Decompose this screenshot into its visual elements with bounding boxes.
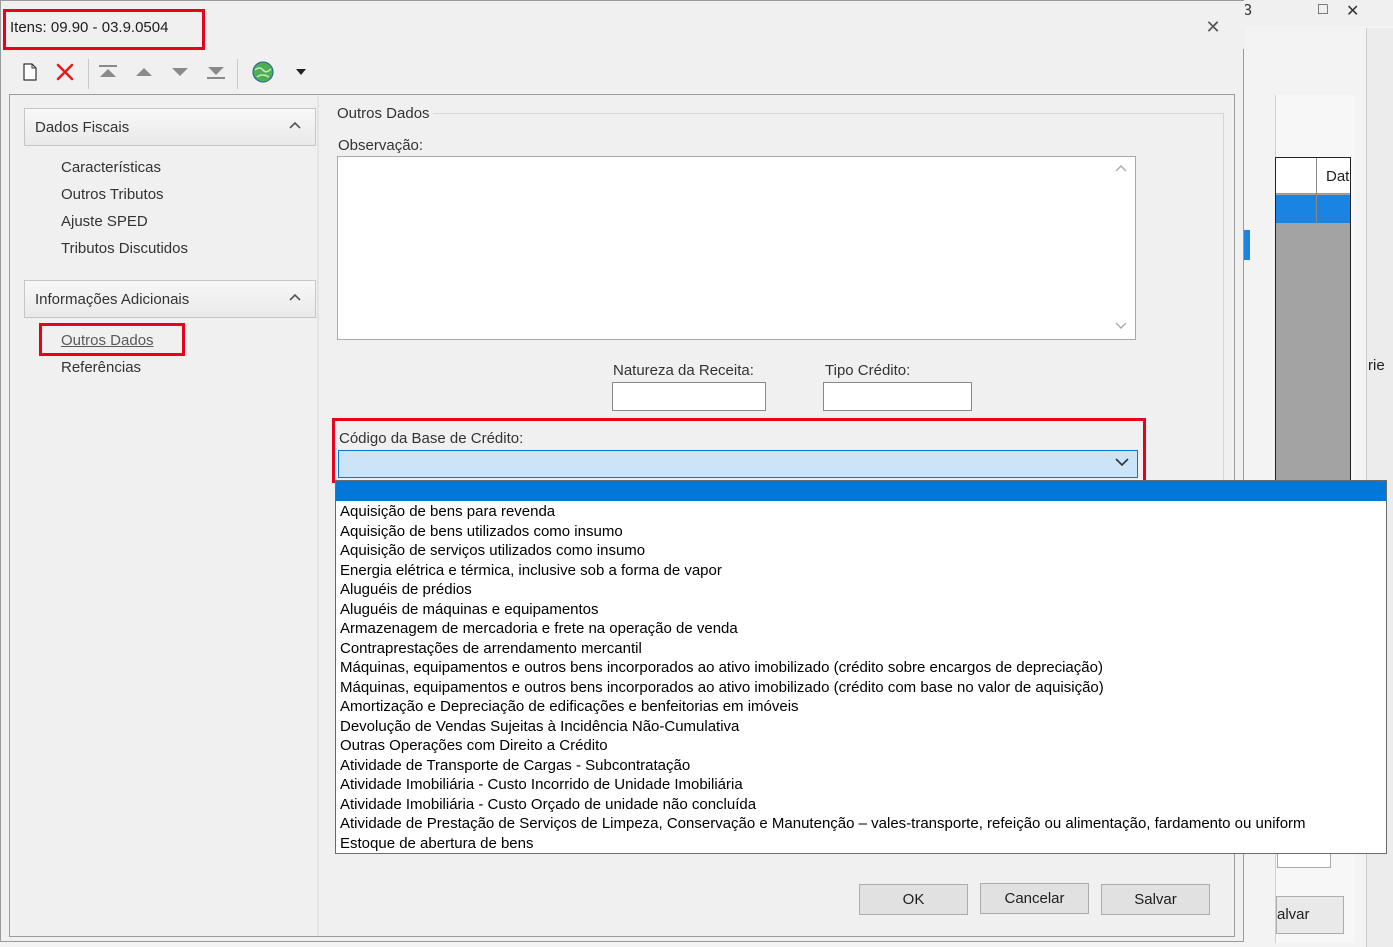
nav-section-informacoes-adicionais[interactable]: Informações Adicionais bbox=[24, 280, 316, 318]
maximize-icon[interactable]: □ bbox=[1318, 1, 1328, 19]
dropdown-option[interactable]: Atividade Imobiliária - Custo Orçado de … bbox=[340, 795, 1306, 815]
nav-section-label: Informações Adicionais bbox=[35, 291, 190, 308]
delete-icon[interactable] bbox=[52, 55, 78, 89]
dropdown-option[interactable]: Aquisição de bens utilizados como insumo bbox=[340, 522, 1306, 542]
dropdown-option[interactable]: Energia elétrica e térmica, inclusive so… bbox=[340, 561, 1306, 581]
nav-section-dados-fiscais[interactable]: Dados Fiscais bbox=[24, 108, 316, 146]
tipo-credito-input[interactable] bbox=[823, 382, 972, 411]
chevron-up-icon[interactable] bbox=[289, 289, 301, 305]
dropdown-option[interactable]: Devolução de Vendas Sujeitas à Incidênci… bbox=[340, 717, 1306, 737]
natureza-receita-label: Natureza da Receita: bbox=[613, 362, 754, 379]
natureza-receita-input[interactable] bbox=[612, 382, 766, 411]
nav-item-referencias[interactable]: Referências bbox=[61, 359, 141, 376]
toolbar-separator bbox=[88, 59, 89, 89]
dropdown-option[interactable]: Outras Operações com Direito a Crédito bbox=[340, 736, 1306, 756]
nav-section-label: Dados Fiscais bbox=[35, 119, 130, 136]
group-title: Outros Dados bbox=[337, 105, 430, 122]
dropdown-option[interactable]: Armazenagem de mercadoria e frete na ope… bbox=[340, 619, 1306, 639]
tipo-credito-label: Tipo Crédito: bbox=[825, 362, 911, 379]
dropdown-option[interactable]: Aquisição de bens para revenda bbox=[340, 502, 1306, 522]
background-grid-header-label: Dat bbox=[1326, 168, 1350, 185]
scroll-down-icon[interactable] bbox=[1115, 321, 1127, 333]
close-icon[interactable]: ✕ bbox=[1201, 17, 1225, 38]
toolbar-separator bbox=[237, 59, 238, 89]
nav-item-outros-tributos[interactable]: Outros Tributos bbox=[61, 186, 164, 203]
dropdown-option[interactable]: Atividade Imobiliária - Custo Incorrido … bbox=[340, 775, 1306, 795]
dropdown-option[interactable]: Máquinas, equipamentos e outros bens inc… bbox=[340, 658, 1306, 678]
title-highlight-box bbox=[3, 9, 205, 50]
dropdown-option-list: Aquisição de bens para revenda Aquisição… bbox=[340, 502, 1306, 853]
background-grid-selected-row[interactable] bbox=[1276, 195, 1350, 223]
dropdown-option[interactable]: Contraprestações de arrendamento mercant… bbox=[340, 639, 1306, 659]
new-document-icon[interactable] bbox=[17, 55, 43, 89]
observacao-label: Observação: bbox=[338, 137, 424, 154]
ok-button[interactable]: OK bbox=[859, 884, 968, 915]
group-border bbox=[1223, 113, 1224, 483]
dropdown-option[interactable]: Aluguéis de prédios bbox=[340, 580, 1306, 600]
background-grid[interactable]: Dat bbox=[1275, 157, 1351, 487]
combo-highlight-box bbox=[332, 418, 1146, 483]
dropdown-selected-empty-option[interactable] bbox=[336, 481, 1386, 501]
background-serie-label: rie bbox=[1368, 357, 1385, 374]
cancel-button[interactable]: Cancelar bbox=[980, 883, 1089, 914]
observacao-textarea[interactable] bbox=[337, 156, 1136, 340]
panel-divider bbox=[317, 96, 319, 936]
chevron-up-icon[interactable] bbox=[289, 117, 301, 133]
nav-item-tributos-discutidos[interactable]: Tributos Discutidos bbox=[61, 240, 188, 257]
background-salvar-label: alvar bbox=[1277, 906, 1310, 923]
dropdown-arrow-icon[interactable] bbox=[288, 55, 314, 89]
background-close-icon[interactable]: ✕ bbox=[1346, 1, 1359, 21]
next-record-icon[interactable] bbox=[167, 55, 193, 89]
group-border bbox=[433, 113, 1223, 114]
background-grid-header: Dat bbox=[1276, 158, 1350, 194]
dropdown-option[interactable]: Máquinas, equipamentos e outros bens inc… bbox=[340, 678, 1306, 698]
codigo-base-credito-dropdown[interactable]: Aquisição de bens para revenda Aquisição… bbox=[335, 480, 1387, 854]
dropdown-option[interactable]: Estoque de abertura de bens bbox=[340, 834, 1306, 854]
globe-icon[interactable] bbox=[250, 55, 276, 89]
previous-record-icon[interactable] bbox=[131, 55, 157, 89]
background-salvar-button[interactable]: alvar bbox=[1276, 896, 1344, 934]
dropdown-option[interactable]: Aquisição de serviços utilizados como in… bbox=[340, 541, 1306, 561]
last-record-icon[interactable] bbox=[203, 55, 229, 89]
dropdown-option[interactable]: Atividade de Transporte de Cargas - Subc… bbox=[340, 756, 1306, 776]
background-grid-divider bbox=[1316, 158, 1317, 224]
dropdown-option[interactable]: Aluguéis de máquinas e equipamentos bbox=[340, 600, 1306, 620]
first-record-icon[interactable] bbox=[95, 55, 121, 89]
scroll-up-icon[interactable] bbox=[1115, 163, 1127, 175]
dropdown-option[interactable]: Atividade de Prestação de Serviços de Li… bbox=[340, 814, 1306, 834]
background-selection-edge bbox=[1243, 230, 1250, 260]
nav-highlight-box bbox=[39, 323, 185, 356]
dropdown-option[interactable]: Amortização e Depreciação de edificações… bbox=[340, 697, 1306, 717]
nav-item-ajuste-sped[interactable]: Ajuste SPED bbox=[61, 213, 148, 230]
save-button[interactable]: Salvar bbox=[1101, 884, 1210, 915]
nav-item-caracteristicas[interactable]: Características bbox=[61, 159, 161, 176]
